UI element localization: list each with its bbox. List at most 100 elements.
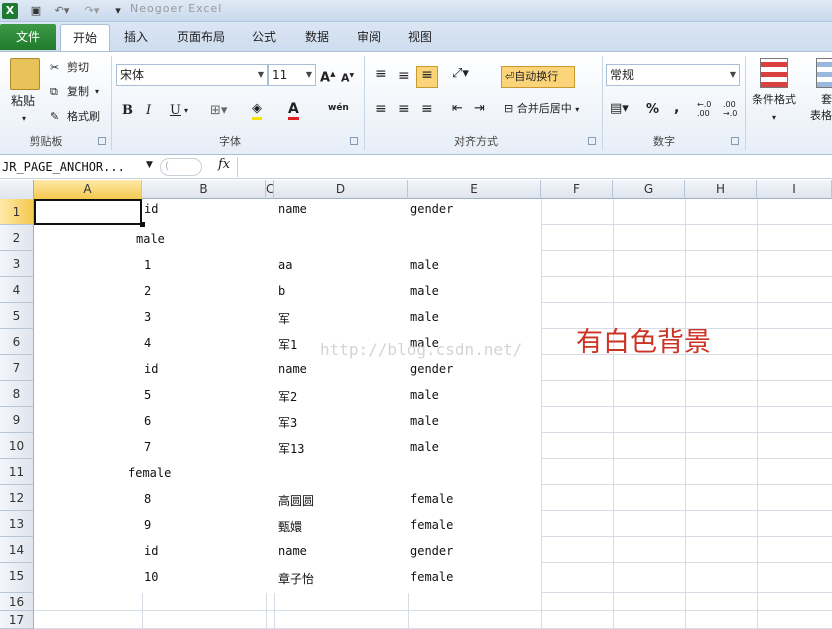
row-header-6[interactable]: 6 — [0, 329, 34, 355]
cell-b9[interactable]: 6 — [144, 414, 151, 428]
cell-d3[interactable]: aa — [278, 258, 292, 272]
row-header-3[interactable]: 3 — [0, 251, 34, 277]
cell-b5[interactable]: 3 — [144, 310, 151, 324]
cell-e3[interactable]: male — [410, 258, 439, 272]
paste-button[interactable]: 粘贴 — [11, 93, 35, 109]
shrink-font-icon[interactable]: A▼ — [341, 68, 354, 87]
tab-review[interactable]: 审阅 — [348, 24, 390, 52]
alignment-launcher-icon[interactable] — [588, 137, 596, 145]
align-right-icon[interactable]: ≡ — [421, 101, 433, 117]
cell-d6[interactable]: 军1 — [278, 336, 297, 353]
row-header-4[interactable]: 4 — [0, 277, 34, 303]
row-header-5[interactable]: 5 — [0, 303, 34, 329]
cell-e7[interactable]: gender — [410, 362, 453, 376]
merge-center-button[interactable]: ⊟ 合并后居中 ▾ — [504, 101, 579, 118]
chevron-down-icon[interactable]: ▾ — [772, 110, 776, 126]
underline-dropdown-icon[interactable]: ▾ — [184, 103, 188, 119]
row-header-11[interactable]: 11 — [0, 459, 34, 485]
tab-formulas[interactable]: 公式 — [244, 24, 284, 52]
copy-dropdown-icon[interactable]: ▾ — [95, 84, 99, 100]
cell-d13[interactable]: 甄嬛 — [278, 518, 302, 535]
row-header-9[interactable]: 9 — [0, 407, 34, 433]
row-header-10[interactable]: 10 — [0, 433, 34, 459]
select-all-corner[interactable] — [0, 180, 34, 199]
cell-b10[interactable]: 7 — [144, 440, 151, 454]
cell-d15[interactable]: 章子怡 — [278, 570, 314, 587]
number-launcher-icon[interactable] — [731, 137, 739, 145]
column-header-g[interactable]: G — [613, 180, 685, 199]
format-table-button[interactable]: 套 表格 — [806, 92, 832, 124]
cell-e15[interactable]: female — [410, 570, 453, 584]
row-header-13[interactable]: 13 — [0, 511, 34, 537]
underline-button[interactable]: U — [170, 103, 181, 119]
cell-b13[interactable]: 9 — [144, 518, 151, 532]
column-header-h[interactable]: H — [685, 180, 757, 199]
tab-home[interactable]: 开始 — [60, 24, 110, 52]
align-bottom-icon[interactable]: ≡ — [416, 66, 438, 88]
undo-icon[interactable]: ↶▾ — [50, 3, 74, 19]
orientation-icon[interactable]: ⤢▾ — [452, 66, 469, 82]
row-header-8[interactable]: 8 — [0, 381, 34, 407]
row-header-12[interactable]: 12 — [0, 485, 34, 511]
column-header-i[interactable]: I — [757, 180, 832, 199]
cell-b1[interactable]: id — [144, 202, 158, 216]
font-color-button[interactable]: A — [288, 101, 299, 120]
cell-d10[interactable]: 军13 — [278, 440, 304, 457]
cell-d1[interactable]: name — [278, 202, 307, 216]
paste-dropdown-icon[interactable]: ▾ — [22, 111, 26, 127]
column-header-e[interactable]: E — [408, 180, 541, 199]
cell-b4[interactable]: 2 — [144, 284, 151, 298]
insert-function-button[interactable]: fx — [218, 157, 230, 172]
tab-view[interactable]: 视图 — [398, 24, 442, 52]
fill-color-icon[interactable]: ◈ — [252, 101, 262, 120]
accounting-format-icon[interactable]: ▤▾ — [610, 101, 629, 117]
fill-handle[interactable] — [140, 222, 145, 227]
cell-a2[interactable]: male — [136, 232, 165, 246]
name-box[interactable]: JR_PAGE_ANCHOR... — [0, 157, 156, 177]
cell-a11[interactable]: female — [128, 466, 171, 480]
cell-d14[interactable]: name — [278, 544, 307, 558]
decrease-decimal-button[interactable]: .00 →.0 — [723, 100, 737, 118]
paste-icon[interactable] — [10, 58, 40, 90]
align-center-icon[interactable]: ≡ — [398, 101, 410, 117]
cell-e5[interactable]: male — [410, 310, 439, 324]
number-format-select[interactable]: 常规 ▼ — [606, 64, 740, 86]
formula-bar-resize-icon[interactable]: ( — [160, 158, 202, 176]
cell-e8[interactable]: male — [410, 388, 439, 402]
cell-e9[interactable]: male — [410, 414, 439, 428]
cell-e1[interactable]: gender — [410, 202, 453, 216]
align-middle-icon[interactable]: ≡ — [398, 68, 410, 84]
cell-e4[interactable]: male — [410, 284, 439, 298]
customize-toolbar-icon[interactable]: ▾ — [112, 3, 124, 19]
cell-b6[interactable]: 4 — [144, 336, 151, 350]
increase-decimal-button[interactable]: ←.0 .00 — [697, 100, 711, 118]
cell-b3[interactable]: 1 — [144, 258, 151, 272]
cell-e12[interactable]: female — [410, 492, 453, 506]
row-header-1[interactable]: 1 — [0, 199, 34, 225]
active-cell-a1[interactable] — [34, 199, 142, 225]
cell-e10[interactable]: male — [410, 440, 439, 454]
row-header-14[interactable]: 14 — [0, 537, 34, 563]
name-box-dropdown-icon[interactable]: ▼ — [146, 160, 153, 170]
cell-d12[interactable]: 高圆圆 — [278, 492, 314, 509]
cell-e13[interactable]: female — [410, 518, 453, 532]
font-name-select[interactable]: 宋体 ▼ — [116, 64, 268, 86]
column-header-a[interactable]: A — [34, 180, 142, 199]
column-header-c[interactable]: C — [266, 180, 274, 199]
increase-indent-icon[interactable]: ⇥ — [474, 101, 485, 117]
column-header-f[interactable]: F — [541, 180, 613, 199]
align-left-icon[interactable]: ≡ — [375, 101, 387, 117]
percent-button[interactable]: % — [646, 102, 659, 118]
cell-b15[interactable]: 10 — [144, 570, 158, 584]
cell-e14[interactable]: gender — [410, 544, 453, 558]
font-size-select[interactable]: 11 ▼ — [268, 64, 316, 86]
grow-font-icon[interactable]: A▲ — [320, 66, 335, 86]
cell-b12[interactable]: 8 — [144, 492, 151, 506]
cell-d4[interactable]: b — [278, 284, 285, 298]
tab-file[interactable]: 文件 — [0, 24, 56, 50]
borders-icon[interactable]: ⊞▾ — [210, 103, 227, 119]
phonetic-button[interactable]: wén — [328, 100, 349, 116]
italic-button[interactable]: I — [146, 103, 151, 119]
cell-b8[interactable]: 5 — [144, 388, 151, 402]
decrease-indent-icon[interactable]: ⇤ — [452, 101, 463, 117]
